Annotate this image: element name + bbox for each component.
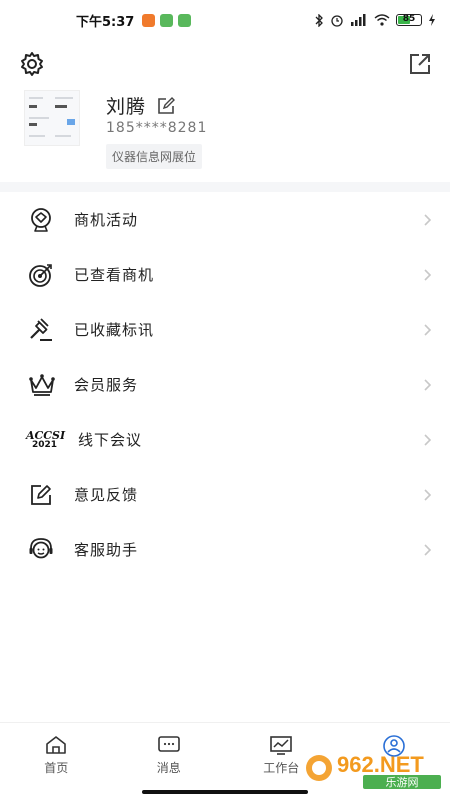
- home-icon: [46, 736, 67, 754]
- menu-label: 商机活动: [74, 211, 139, 229]
- avatar[interactable]: [24, 90, 80, 146]
- notification-app-icon: [142, 13, 156, 27]
- tab-messages[interactable]: 消息: [113, 723, 226, 780]
- edit-name-icon[interactable]: [156, 96, 176, 116]
- tab-label: 首页: [44, 761, 69, 775]
- edit-feedback-icon: [31, 484, 51, 505]
- message-icon: [157, 736, 180, 752]
- signal-icon: [351, 14, 366, 26]
- home-indicator[interactable]: [142, 790, 308, 794]
- workbench-chart-icon: [270, 736, 293, 755]
- accsi-logo-text: ACCSI: [26, 428, 66, 442]
- status-icons: 85: [314, 13, 436, 27]
- accsi-logo-year: 2021: [32, 439, 58, 450]
- watermark-brand: 962.NET: [337, 752, 424, 777]
- menu-list: 商机活动 已查看商机 已收藏标讯 会员服务 ACCSI 2021 线下会议 意见…: [0, 192, 450, 577]
- wifi-icon: [374, 14, 390, 26]
- section-divider: [0, 182, 450, 192]
- target-icon: [29, 263, 52, 287]
- menu-label: 线下会议: [78, 431, 143, 449]
- status-time: 下午5:37: [76, 14, 135, 30]
- bluetooth-icon: [315, 13, 323, 27]
- phone-number: 185****8281: [106, 120, 208, 136]
- chevron-right-icon: [424, 488, 432, 501]
- booth-tag[interactable]: 仪器信息网展位: [106, 144, 203, 169]
- menu-item-customer-service[interactable]: 客服助手: [0, 522, 450, 577]
- status-bar: 下午5:37 85: [0, 0, 450, 40]
- tab-home[interactable]: 首页: [0, 723, 113, 780]
- chevron-right-icon: [424, 268, 432, 281]
- user-name: 刘腾: [106, 96, 147, 118]
- gear-icon: [21, 52, 43, 76]
- crown-icon: [29, 373, 55, 396]
- notification-app-icon: [178, 13, 192, 27]
- tab-label: 消息: [156, 761, 181, 775]
- accsi-2021-logo-icon: ACCSI 2021: [26, 427, 68, 453]
- menu-label: 会员服务: [74, 376, 139, 394]
- menu-label: 已收藏标讯: [74, 321, 155, 339]
- menu-item-business-activities[interactable]: 商机活动: [0, 192, 450, 247]
- menu-item-membership[interactable]: 会员服务: [0, 357, 450, 412]
- chevron-right-icon: [424, 433, 432, 446]
- menu-label: 客服助手: [74, 541, 139, 559]
- menu-label: 已查看商机: [74, 266, 155, 284]
- chevron-right-icon: [424, 543, 432, 556]
- profile-card[interactable]: 刘腾 185****8281 仪器信息网展位: [24, 88, 434, 174]
- alarm-icon: [331, 15, 343, 27]
- menu-item-feedback[interactable]: 意见反馈: [0, 467, 450, 522]
- gavel-icon: [30, 317, 52, 341]
- watermark-graphic: 962.NET 乐游网: [306, 752, 441, 789]
- share-external-icon: [410, 54, 430, 74]
- menu-item-viewed-opportunities[interactable]: 已查看商机: [0, 247, 450, 302]
- share-button[interactable]: [406, 50, 434, 78]
- menu-item-saved-tenders[interactable]: 已收藏标讯: [0, 302, 450, 357]
- menu-label: 意见反馈: [74, 486, 139, 504]
- activity-badge-icon: [31, 207, 51, 232]
- battery-icon: 85: [396, 14, 422, 26]
- header-bar: [0, 50, 450, 80]
- tab-label: 工作台: [263, 761, 300, 775]
- charging-icon: [429, 14, 435, 26]
- watermark-sub: 乐游网: [386, 776, 419, 789]
- settings-button[interactable]: [18, 50, 46, 78]
- watermark-logo: 962.NET 乐游网: [305, 746, 443, 790]
- chevron-right-icon: [424, 323, 432, 336]
- chevron-right-icon: [424, 213, 432, 226]
- chevron-right-icon: [424, 378, 432, 391]
- notification-app-icon: [160, 13, 174, 27]
- name-row: 刘腾: [106, 92, 176, 119]
- headset-service-icon: [29, 537, 53, 558]
- menu-item-offline-meetings[interactable]: ACCSI 2021 线下会议: [0, 412, 450, 467]
